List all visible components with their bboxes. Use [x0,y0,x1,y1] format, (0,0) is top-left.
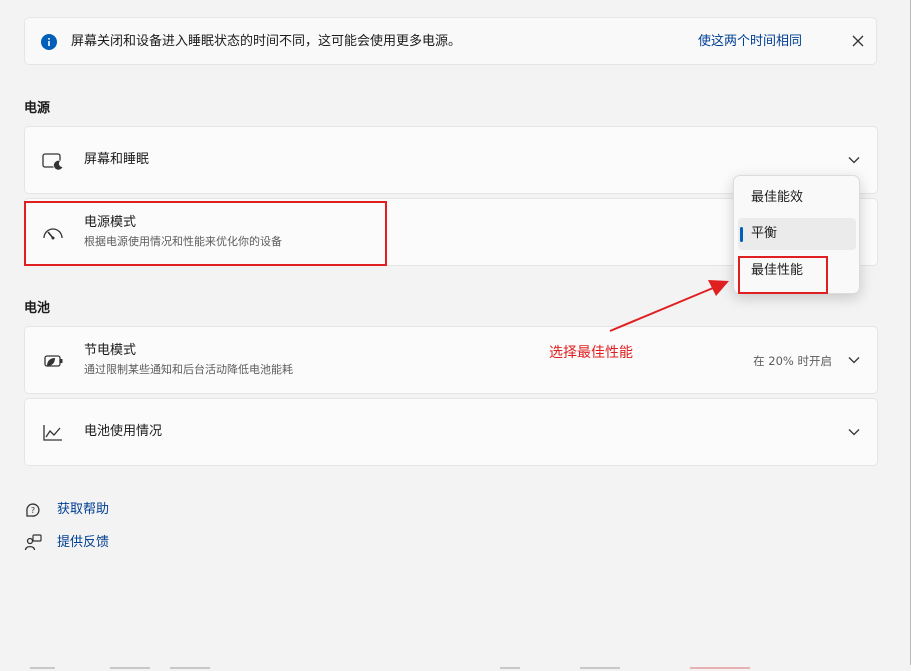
selection-indicator [740,227,743,242]
give-feedback-label: 提供反馈 [57,535,110,550]
battery-saver-card[interactable]: 节电模式 通过限制某些通知和后台活动降低电池能耗 在 20% 时开启 [24,326,878,394]
annotation-arrow [609,280,729,332]
battery-usage-card[interactable]: 电池使用情况 [24,398,878,466]
chevron-down-icon[interactable] [848,428,860,436]
info-icon [41,34,57,50]
bottom-strip [0,665,911,671]
option-best-efficiency[interactable]: 最佳能效 [738,182,856,214]
info-banner: 屏幕关闭和设备进入睡眠状态的时间不同，这可能会使用更多电源。 使这两个时间相同 [24,17,877,65]
close-icon[interactable] [851,34,865,48]
screen-sleep-title: 屏幕和睡眠 [84,152,150,167]
power-mode-subtitle: 根据电源使用情况和性能来优化你的设备 [84,235,282,248]
chevron-down-icon[interactable] [848,156,860,164]
section-title-battery: 电池 [24,301,51,316]
help-chat-icon: ? [26,503,40,517]
battery-usage-title: 电池使用情况 [84,424,163,439]
option-balanced[interactable]: 平衡 [738,218,856,250]
battery-saver-subtitle: 通过限制某些通知和后台活动降低电池能耗 [84,363,293,376]
option-best-performance[interactable]: 最佳性能 [738,255,856,287]
power-mode-dropdown: 最佳能效 平衡 最佳性能 [733,175,860,294]
chevron-down-icon[interactable] [848,356,860,364]
annotation-text: 选择最佳性能 [549,345,633,361]
line-chart-icon [43,425,62,441]
battery-saver-status: 在 20% 时开启 [753,354,832,368]
section-title-power: 电源 [24,101,51,116]
banner-message: 屏幕关闭和设备进入睡眠状态的时间不同，这可能会使用更多电源。 [71,34,462,49]
battery-saver-title: 节电模式 [84,343,137,358]
svg-text:?: ? [31,506,35,515]
get-help-label: 获取帮助 [57,502,110,517]
power-mode-title: 电源模式 [84,215,137,230]
feedback-icon [24,534,42,551]
speedometer-icon [43,228,63,240]
make-times-same-link[interactable]: 使这两个时间相同 [698,33,802,51]
screen-sleep-icon [42,153,63,170]
battery-leaf-icon [44,355,63,367]
